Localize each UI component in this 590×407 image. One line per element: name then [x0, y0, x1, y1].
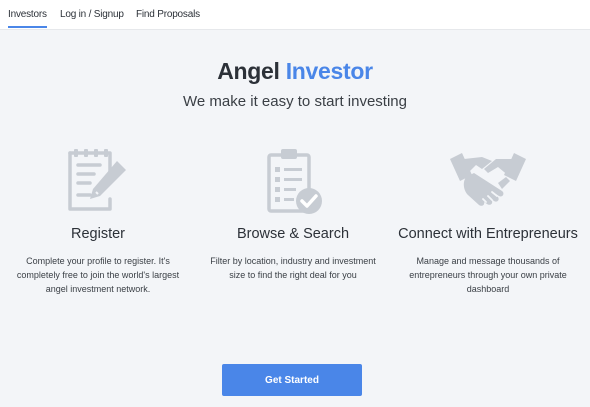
get-started-button[interactable]: Get Started [222, 364, 362, 396]
title-part-angel: Angel [217, 58, 280, 84]
page-subtitle: We make it easy to start investing [183, 93, 407, 110]
top-nav: Investors Log in / Signup Find Proposals [0, 0, 590, 30]
feature-connect-description: Manage and message thousands of entrepre… [409, 256, 567, 294]
feature-connect: Connect with Entrepreneurs Manage and me… [398, 145, 578, 305]
feature-connect-title: Connect with Entrepreneurs [398, 226, 578, 242]
title-part-investor: Investor [285, 58, 373, 84]
nav-item-find-proposals[interactable]: Find Proposals [136, 9, 200, 20]
feature-register-title: Register [71, 226, 125, 242]
feature-browse-search-description: Filter by location, industry and investm… [210, 256, 376, 280]
feature-browse-search: Browse & Search Filter by location, indu… [205, 145, 381, 305]
feature-register-description: Complete your profile to register. It's … [16, 256, 180, 294]
handshake-icon [450, 153, 526, 206]
feature-browse-search-title: Browse & Search [236, 226, 350, 242]
nav-item-login-signup[interactable]: Log in / Signup [60, 9, 124, 20]
clipboard-check-icon [267, 149, 322, 214]
document-pencil-icon [68, 149, 126, 211]
feature-register: Register Complete your profile to regist… [10, 145, 186, 305]
nav-item-investors[interactable]: Investors [8, 9, 47, 28]
page-title: Angel Investor [0, 58, 590, 85]
